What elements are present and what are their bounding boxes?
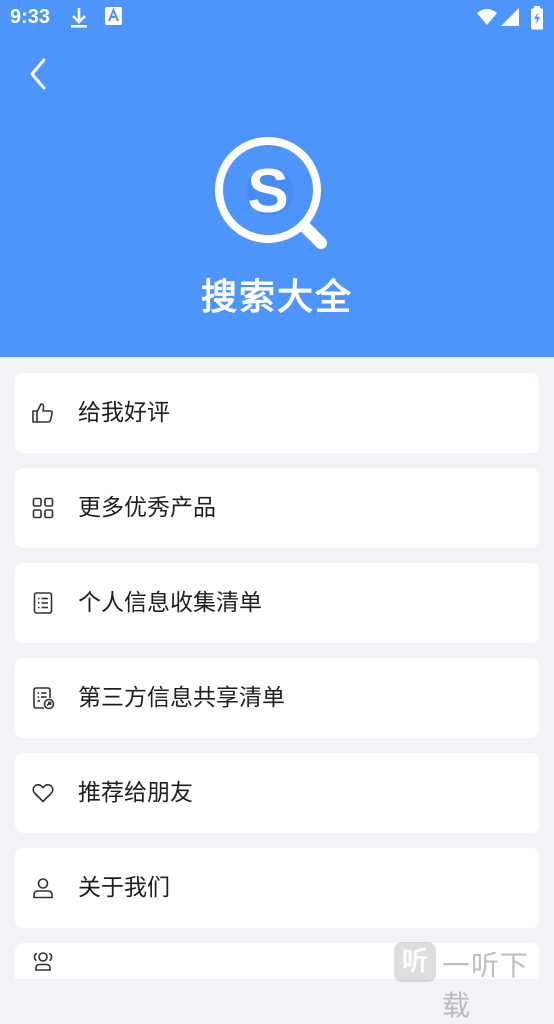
menu-item-label: 给我好评 <box>78 400 170 426</box>
menu-item-third-party-sharing-list[interactable]: 第三方信息共享清单 <box>15 658 539 738</box>
menu-item-recommend-to-friends[interactable]: 推荐给朋友 <box>15 753 539 833</box>
heart-icon <box>31 781 55 805</box>
status-time: 9:33 <box>10 6 51 28</box>
watermark-badge: 听 <box>394 942 436 982</box>
svg-text:S: S <box>247 157 288 226</box>
menu-item-more-products[interactable]: 更多优秀产品 <box>15 468 539 548</box>
watermark: 听 一听下载 <box>394 940 554 1022</box>
menu-item-label: 个人信息收集清单 <box>78 590 262 616</box>
menu-item-about-us[interactable]: 关于我们 <box>15 848 539 928</box>
menu-item-label: 关于我们 <box>78 875 170 901</box>
search-s-logo-icon: S <box>212 137 332 254</box>
menu-item-rate-us[interactable]: 给我好评 <box>15 373 539 453</box>
app-title: 搜索大全 <box>200 277 353 318</box>
menu-list: 给我好评 更多优秀产品 个人信息收集清单 第三方信息共享清单 推荐给朋友 关于我… <box>15 373 539 979</box>
menu-item-label: 更多优秀产品 <box>78 495 216 521</box>
share-document-icon <box>31 686 55 710</box>
grid-icon <box>31 496 55 520</box>
status-bar: 9:33 <box>0 0 554 38</box>
list-document-icon <box>31 591 55 615</box>
menu-item-personal-info-list[interactable]: 个人信息收集清单 <box>15 563 539 643</box>
group-icon <box>31 949 55 973</box>
back-button[interactable] <box>18 52 58 96</box>
menu-item-label: 第三方信息共享清单 <box>78 685 285 711</box>
wifi-icon <box>476 6 498 32</box>
download-icon <box>68 6 90 34</box>
menu-item-label: 推荐给朋友 <box>78 780 193 806</box>
app-logo: S <box>212 134 332 250</box>
signal-icon <box>500 6 520 32</box>
app-header: 9:33 S 搜索大全 <box>0 0 554 357</box>
watermark-text: 一听下载 <box>442 949 530 1022</box>
person-icon <box>31 876 55 900</box>
a-badge-icon <box>104 6 124 32</box>
chevron-left-icon <box>18 58 58 100</box>
thumbs-up-icon <box>31 401 55 425</box>
battery-icon <box>530 6 544 34</box>
